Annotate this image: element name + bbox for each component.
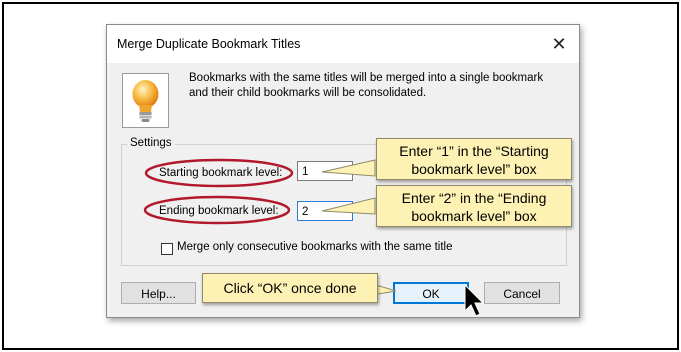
info-text: Bookmarks with the same titles will be m… (189, 72, 544, 99)
starting-level-label: Starting bookmark level: (159, 167, 283, 179)
consecutive-checkbox-label: Merge only consecutive bookmarks with th… (177, 241, 453, 253)
starting-level-input[interactable]: 1 (297, 161, 353, 181)
ending-level-label: Ending bookmark level: (159, 205, 279, 217)
cancel-button[interactable]: Cancel (484, 282, 560, 304)
title-bar: Merge Duplicate Bookmark Titles ✕ (107, 25, 579, 63)
starting-callout-line1: Enter “1” in the “Starting (399, 143, 549, 159)
close-icon[interactable]: ✕ (547, 33, 571, 55)
ending-callout-line2: bookmark level” box (411, 208, 537, 224)
ok-button[interactable]: OK (393, 282, 469, 304)
starting-callout: Enter “1” in the “Starting bookmark leve… (376, 138, 572, 180)
lightbulb-icon (122, 73, 169, 128)
ok-callout: Click “OK” once done (202, 273, 378, 303)
consecutive-checkbox[interactable] (161, 243, 173, 255)
ending-level-input[interactable]: 2 (297, 201, 353, 221)
ending-callout: Enter “2” in the “Ending bookmark level”… (376, 185, 572, 227)
starting-callout-line2: bookmark level” box (411, 161, 537, 177)
dialog-title: Merge Duplicate Bookmark Titles (117, 37, 301, 51)
settings-label: Settings (127, 137, 175, 149)
ending-callout-line1: Enter “2” in the “Ending (401, 190, 547, 206)
help-button[interactable]: Help... (121, 282, 196, 304)
